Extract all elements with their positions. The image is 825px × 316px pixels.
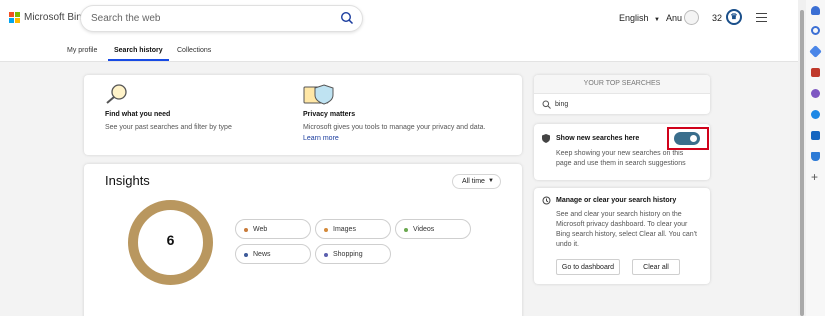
find-card-text: See your past searches and filter by typ… — [105, 124, 232, 131]
go-to-dashboard-button[interactable]: Go to dashboard — [556, 259, 620, 275]
category-pill-shopping[interactable]: Shopping — [315, 244, 391, 264]
show-searches-desc: Keep showing your new searches on this — [556, 150, 684, 157]
insights-title: Insights — [105, 173, 150, 188]
category-label: Shopping — [333, 251, 363, 258]
search-icon[interactable] — [811, 26, 820, 35]
search-placeholder: Search the web — [91, 13, 161, 24]
category-label: Web — [253, 226, 268, 233]
search-icon — [542, 100, 551, 109]
top-header: Microsoft Bing Search the web English ▼ … — [0, 0, 800, 40]
category-pill-news[interactable]: News — [235, 244, 311, 264]
images-dot — [324, 228, 328, 232]
top-searches-title: YOUR TOP SEARCHES — [534, 75, 710, 93]
top-search-item[interactable]: bing — [534, 93, 710, 114]
time-filter-label: All time — [462, 178, 485, 185]
avatar[interactable] — [684, 10, 699, 25]
bing-logo[interactable]: Microsoft Bing — [9, 12, 87, 23]
rewards-medal-icon[interactable]: ♛ — [726, 9, 742, 25]
show-searches-title: Show new searches here — [556, 135, 640, 142]
tab-collections[interactable]: Collections — [177, 47, 211, 54]
language-label: English — [619, 13, 649, 23]
shopping-dot — [324, 253, 328, 257]
learn-more-link[interactable]: Learn more — [303, 135, 339, 142]
category-pill-videos[interactable]: Videos — [395, 219, 471, 239]
bell-icon[interactable] — [811, 6, 820, 15]
category-label: Videos — [413, 226, 435, 233]
hamburger-menu-icon[interactable] — [756, 13, 767, 25]
find-card-title: Find what you need — [105, 111, 171, 118]
language-selector[interactable]: English ▼ — [619, 13, 660, 23]
page-scrollbar[interactable] — [798, 0, 806, 316]
insights-total: 6 — [166, 232, 175, 248]
category-label: Images — [333, 226, 356, 233]
chevron-down-icon: ▼ — [488, 178, 494, 184]
clear-all-button[interactable]: Clear all — [632, 259, 680, 275]
videos-dot — [404, 228, 408, 232]
search-input[interactable]: Search the web — [80, 5, 363, 32]
manage-history-desc: undo it. — [556, 241, 579, 248]
office-icon[interactable] — [811, 110, 820, 119]
brand-name: Microsoft Bing — [24, 12, 88, 23]
news-dot — [244, 253, 248, 257]
tab-my-profile[interactable]: My profile — [67, 47, 97, 54]
category-pill-web[interactable]: Web — [235, 219, 311, 239]
manage-history-desc: Bing search history, select Clear all. Y… — [556, 231, 697, 238]
magnifier-illustration-icon — [106, 84, 127, 104]
microsoft-logo-icon — [9, 12, 20, 23]
highlight-box — [667, 127, 709, 150]
search-icon[interactable] — [340, 11, 354, 25]
shield-icon — [542, 134, 550, 143]
add-icon[interactable]: + — [811, 170, 818, 184]
privacy-card-text: Microsoft gives you tools to manage your… — [303, 124, 486, 131]
browser-sidebar: + — [806, 0, 825, 316]
web-dot — [244, 228, 248, 232]
shield-illustration-icon — [303, 84, 334, 105]
toolbox-icon[interactable] — [811, 68, 820, 77]
active-tab-underline — [108, 59, 169, 61]
shopping-cart-icon[interactable] — [811, 152, 820, 161]
manage-history-desc: See and clear your search history on the — [556, 211, 682, 218]
user-name[interactable]: Anu — [666, 13, 682, 23]
scrollbar-thumb[interactable] — [800, 10, 804, 316]
rewards-points[interactable]: 32 — [712, 13, 722, 23]
insights-donut-chart: 6 — [128, 200, 213, 285]
category-label: News — [253, 251, 271, 258]
manage-history-desc: Microsoft privacy dashboard. To clear yo… — [556, 221, 688, 228]
tab-search-history[interactable]: Search history — [114, 47, 163, 54]
people-icon[interactable] — [811, 89, 820, 98]
chevron-down-icon: ▼ — [654, 17, 660, 23]
category-pill-images[interactable]: Images — [315, 219, 391, 239]
history-icon — [542, 196, 551, 205]
show-searches-desc: page and use them in search suggestions — [556, 160, 686, 167]
time-filter-dropdown[interactable]: All time ▼ — [452, 174, 501, 189]
outlook-icon[interactable] — [811, 131, 820, 140]
tag-icon[interactable] — [809, 45, 822, 58]
privacy-card-title: Privacy matters — [303, 111, 356, 118]
top-search-query: bing — [555, 101, 569, 108]
manage-history-title: Manage or clear your search history — [556, 197, 677, 204]
